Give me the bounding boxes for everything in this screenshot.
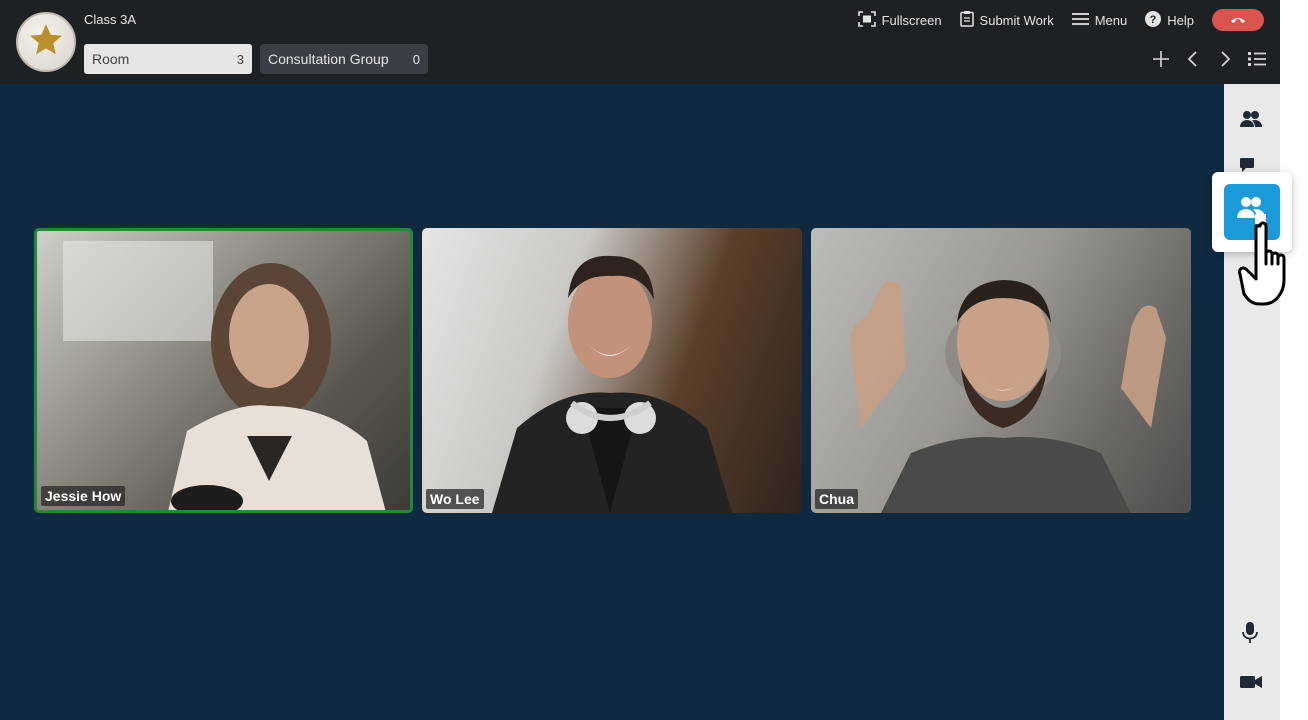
chevron-left-icon[interactable] [1184, 50, 1202, 68]
help-button[interactable]: ? Help [1145, 10, 1194, 30]
fullscreen-label: Fullscreen [881, 12, 942, 28]
video-stage: Jessie How Wo Lee Chua [0, 84, 1224, 720]
video-tile[interactable]: Jessie How [34, 228, 413, 513]
help-label: Help [1167, 12, 1194, 28]
room-navigation [1138, 50, 1266, 68]
video-tile[interactable]: Chua [811, 228, 1191, 513]
hamburger-icon [1071, 12, 1095, 29]
room-tab[interactable]: Room 3 [84, 44, 252, 74]
room-tab-label: Room [92, 51, 130, 67]
video-tile[interactable]: Wo Lee [422, 228, 802, 513]
participant-name: Wo Lee [426, 489, 484, 509]
menu-label: Menu [1094, 12, 1128, 28]
room-tab-count: 3 [236, 51, 244, 67]
class-logo [16, 12, 76, 72]
participants-icon[interactable] [1240, 110, 1262, 128]
top-bar: Class 3A Room 3 Consultation Group 0 Ful… [0, 0, 1280, 84]
clipboard-icon [959, 10, 980, 30]
svg-text:?: ? [1150, 14, 1157, 26]
end-call-button[interactable] [1212, 9, 1264, 31]
top-actions: Fullscreen Submit Work Menu ? Help [840, 9, 1264, 31]
participant-video-image [63, 241, 386, 510]
menu-button[interactable]: Menu [1071, 12, 1128, 29]
fullscreen-button[interactable]: Fullscreen [857, 10, 942, 30]
class-title: Class 3A [84, 12, 137, 27]
participant-name: Jessie How [41, 486, 126, 506]
consultation-group-label: Consultation Group [268, 51, 389, 67]
participant-name: Chua [815, 489, 858, 509]
microphone-icon[interactable] [1240, 622, 1260, 644]
fullscreen-icon [857, 10, 882, 30]
consultation-group-tab[interactable]: Consultation Group 0 [260, 44, 428, 74]
submit-work-button[interactable]: Submit Work [959, 10, 1054, 30]
chevron-right-icon[interactable] [1216, 50, 1234, 68]
participant-video-image [492, 255, 732, 513]
list-icon[interactable] [1248, 51, 1266, 67]
star-icon [27, 21, 65, 64]
help-icon: ? [1145, 10, 1167, 30]
hand-cursor-icon [1236, 218, 1308, 319]
consultation-group-count: 0 [412, 51, 420, 67]
plus-icon[interactable] [1152, 50, 1170, 68]
hang-up-icon [1230, 11, 1246, 29]
participant-video-image [850, 280, 1166, 513]
submit-work-label: Submit Work [979, 12, 1054, 28]
camera-icon[interactable] [1240, 674, 1262, 690]
